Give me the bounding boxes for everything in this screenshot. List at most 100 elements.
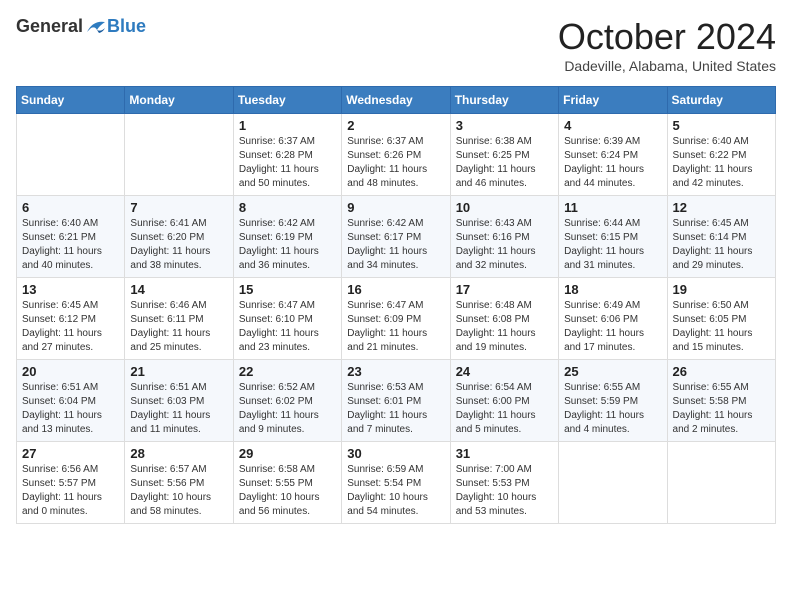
day-info: Sunrise: 6:54 AM Sunset: 6:00 PM Dayligh… (456, 381, 553, 437)
calendar-table: SundayMondayTuesdayWednesdayThursdayFrid… (16, 86, 776, 524)
day-info: Sunrise: 6:51 AM Sunset: 6:03 PM Dayligh… (130, 381, 227, 437)
day-info: Sunrise: 6:56 AM Sunset: 5:57 PM Dayligh… (22, 463, 119, 519)
day-number: 2 (347, 118, 444, 133)
logo: General Blue (16, 16, 146, 37)
day-number: 14 (130, 282, 227, 297)
day-info: Sunrise: 6:42 AM Sunset: 6:19 PM Dayligh… (239, 217, 336, 273)
day-info: Sunrise: 6:55 AM Sunset: 5:58 PM Dayligh… (673, 381, 770, 437)
day-info: Sunrise: 6:40 AM Sunset: 6:21 PM Dayligh… (22, 217, 119, 273)
day-of-week-header: Tuesday (233, 87, 341, 114)
calendar-cell: 9 Sunrise: 6:42 AM Sunset: 6:17 PM Daylig… (342, 196, 450, 278)
calendar-cell (559, 442, 667, 524)
day-info: Sunrise: 6:52 AM Sunset: 6:02 PM Dayligh… (239, 381, 336, 437)
calendar-header-row: SundayMondayTuesdayWednesdayThursdayFrid… (17, 87, 776, 114)
day-of-week-header: Friday (559, 87, 667, 114)
day-of-week-header: Monday (125, 87, 233, 114)
calendar-cell (667, 442, 775, 524)
calendar-cell: 8 Sunrise: 6:42 AM Sunset: 6:19 PM Daylig… (233, 196, 341, 278)
day-info: Sunrise: 6:38 AM Sunset: 6:25 PM Dayligh… (456, 135, 553, 191)
day-number: 27 (22, 446, 119, 461)
day-info: Sunrise: 6:39 AM Sunset: 6:24 PM Dayligh… (564, 135, 661, 191)
day-number: 3 (456, 118, 553, 133)
calendar-cell: 7 Sunrise: 6:41 AM Sunset: 6:20 PM Daylig… (125, 196, 233, 278)
logo-general-text: General (16, 16, 83, 37)
calendar-cell: 31Sunrise: 7:00 AM Sunset: 5:53 PM Dayli… (450, 442, 558, 524)
location-subtitle: Dadeville, Alabama, United States (558, 58, 776, 74)
day-number: 8 (239, 200, 336, 215)
day-number: 20 (22, 364, 119, 379)
title-section: October 2024 Dadeville, Alabama, United … (558, 16, 776, 74)
calendar-cell: 30 Sunrise: 6:59 AM Sunset: 5:54 PM Dayli… (342, 442, 450, 524)
day-info: Sunrise: 6:40 AM Sunset: 6:22 PM Dayligh… (673, 135, 770, 191)
calendar-cell: 26 Sunrise: 6:55 AM Sunset: 5:58 PM Dayli… (667, 360, 775, 442)
day-number: 29 (239, 446, 336, 461)
calendar-cell: 24 Sunrise: 6:54 AM Sunset: 6:00 PM Dayli… (450, 360, 558, 442)
day-of-week-header: Thursday (450, 87, 558, 114)
month-title: October 2024 (558, 16, 776, 58)
calendar-week-row: 1 Sunrise: 6:37 AM Sunset: 6:28 PM Daylig… (17, 114, 776, 196)
day-number: 25 (564, 364, 661, 379)
day-info: Sunrise: 6:42 AM Sunset: 6:17 PM Dayligh… (347, 217, 444, 273)
day-info: Sunrise: 6:37 AM Sunset: 6:28 PM Dayligh… (239, 135, 336, 191)
day-number: 15 (239, 282, 336, 297)
day-of-week-header: Saturday (667, 87, 775, 114)
day-info: Sunrise: 6:55 AM Sunset: 5:59 PM Dayligh… (564, 381, 661, 437)
day-number: 9 (347, 200, 444, 215)
page-header: General Blue October 2024 Dadeville, Ala… (16, 16, 776, 74)
calendar-cell: 13Sunrise: 6:45 AM Sunset: 6:12 PM Dayli… (17, 278, 125, 360)
calendar-cell: 22Sunrise: 6:52 AM Sunset: 6:02 PM Dayli… (233, 360, 341, 442)
day-info: Sunrise: 6:59 AM Sunset: 5:54 PM Dayligh… (347, 463, 444, 519)
calendar-week-row: 13Sunrise: 6:45 AM Sunset: 6:12 PM Dayli… (17, 278, 776, 360)
day-info: Sunrise: 6:47 AM Sunset: 6:09 PM Dayligh… (347, 299, 444, 355)
calendar-cell: 4 Sunrise: 6:39 AM Sunset: 6:24 PM Daylig… (559, 114, 667, 196)
calendar-cell: 28Sunrise: 6:57 AM Sunset: 5:56 PM Dayli… (125, 442, 233, 524)
day-number: 30 (347, 446, 444, 461)
day-number: 13 (22, 282, 119, 297)
day-number: 24 (456, 364, 553, 379)
calendar-cell: 23 Sunrise: 6:53 AM Sunset: 6:01 PM Dayli… (342, 360, 450, 442)
day-info: Sunrise: 6:51 AM Sunset: 6:04 PM Dayligh… (22, 381, 119, 437)
calendar-week-row: 20 Sunrise: 6:51 AM Sunset: 6:04 PM Dayli… (17, 360, 776, 442)
day-number: 23 (347, 364, 444, 379)
day-number: 4 (564, 118, 661, 133)
day-number: 28 (130, 446, 227, 461)
day-of-week-header: Wednesday (342, 87, 450, 114)
day-number: 18 (564, 282, 661, 297)
calendar-cell: 1 Sunrise: 6:37 AM Sunset: 6:28 PM Daylig… (233, 114, 341, 196)
calendar-cell: 12 Sunrise: 6:45 AM Sunset: 6:14 PM Dayli… (667, 196, 775, 278)
day-info: Sunrise: 6:49 AM Sunset: 6:06 PM Dayligh… (564, 299, 661, 355)
day-info: Sunrise: 6:44 AM Sunset: 6:15 PM Dayligh… (564, 217, 661, 273)
calendar-cell: 16 Sunrise: 6:47 AM Sunset: 6:09 PM Dayli… (342, 278, 450, 360)
day-info: Sunrise: 6:45 AM Sunset: 6:14 PM Dayligh… (673, 217, 770, 273)
day-info: Sunrise: 6:53 AM Sunset: 6:01 PM Dayligh… (347, 381, 444, 437)
day-number: 16 (347, 282, 444, 297)
day-info: Sunrise: 6:41 AM Sunset: 6:20 PM Dayligh… (130, 217, 227, 273)
day-info: Sunrise: 6:58 AM Sunset: 5:55 PM Dayligh… (239, 463, 336, 519)
calendar-cell: 14 Sunrise: 6:46 AM Sunset: 6:11 PM Dayli… (125, 278, 233, 360)
day-info: Sunrise: 6:47 AM Sunset: 6:10 PM Dayligh… (239, 299, 336, 355)
calendar-cell: 15 Sunrise: 6:47 AM Sunset: 6:10 PM Dayli… (233, 278, 341, 360)
day-number: 21 (130, 364, 227, 379)
calendar-cell: 17Sunrise: 6:48 AM Sunset: 6:08 PM Dayli… (450, 278, 558, 360)
day-info: Sunrise: 6:37 AM Sunset: 6:26 PM Dayligh… (347, 135, 444, 191)
calendar-cell: 10Sunrise: 6:43 AM Sunset: 6:16 PM Dayli… (450, 196, 558, 278)
calendar-week-row: 6Sunrise: 6:40 AM Sunset: 6:21 PM Daylig… (17, 196, 776, 278)
calendar-cell: 29 Sunrise: 6:58 AM Sunset: 5:55 PM Dayli… (233, 442, 341, 524)
calendar-cell: 11 Sunrise: 6:44 AM Sunset: 6:15 PM Dayli… (559, 196, 667, 278)
calendar-cell: 2 Sunrise: 6:37 AM Sunset: 6:26 PM Daylig… (342, 114, 450, 196)
day-of-week-header: Sunday (17, 87, 125, 114)
calendar-cell: 19Sunrise: 6:50 AM Sunset: 6:05 PM Dayli… (667, 278, 775, 360)
day-info: Sunrise: 6:46 AM Sunset: 6:11 PM Dayligh… (130, 299, 227, 355)
calendar-cell: 27 Sunrise: 6:56 AM Sunset: 5:57 PM Dayli… (17, 442, 125, 524)
calendar-week-row: 27 Sunrise: 6:56 AM Sunset: 5:57 PM Dayli… (17, 442, 776, 524)
day-number: 1 (239, 118, 336, 133)
day-number: 11 (564, 200, 661, 215)
logo-bird-icon (85, 18, 107, 36)
day-number: 12 (673, 200, 770, 215)
calendar-cell: 6Sunrise: 6:40 AM Sunset: 6:21 PM Daylig… (17, 196, 125, 278)
day-number: 5 (673, 118, 770, 133)
day-number: 7 (130, 200, 227, 215)
day-number: 26 (673, 364, 770, 379)
calendar-cell (17, 114, 125, 196)
logo-blue-text: Blue (107, 16, 146, 37)
